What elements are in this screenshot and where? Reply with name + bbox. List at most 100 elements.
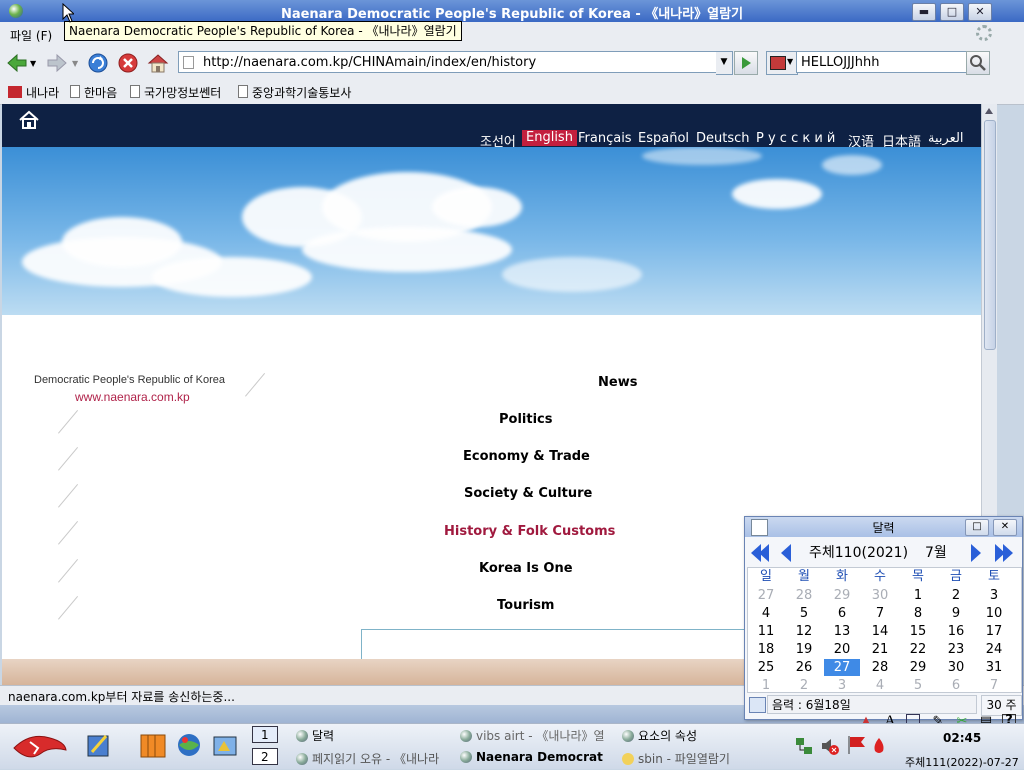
workspace-2[interactable]: 2 [252,748,278,765]
nav-korea-is-one[interactable]: Korea Is One [479,561,573,576]
calendar-day-today[interactable]: 27 [824,659,860,676]
calendar-day[interactable]: 1 [900,587,936,604]
calendar-day[interactable]: 9 [938,605,974,622]
url-input[interactable]: http://naenara.com.kp/CHINAmain/index/en… [178,51,718,73]
calendar-day[interactable]: 3 [824,677,860,694]
bookmark-national-network[interactable]: 국가망정보쎈터 [130,84,221,101]
minimize-button[interactable]: ▬ [912,3,936,21]
task-element-properties[interactable]: 요소의 속성 [622,727,697,744]
calendar-small-icon[interactable] [749,697,766,713]
lang-german[interactable]: Deutsch [696,131,750,146]
calendar-day[interactable]: 6 [824,605,860,622]
media-player-icon[interactable] [210,731,240,761]
calendar-day[interactable]: 8 [900,605,936,622]
back-dropdown-icon[interactable]: ▼ [30,59,36,68]
lang-arabic[interactable]: العربية [928,131,964,146]
back-arrow-icon[interactable] [6,52,28,74]
calendar-day[interactable]: 5 [900,677,936,694]
task-vibs-airt[interactable]: vibs airt - 《내나라》열 [460,727,605,744]
calendar-day[interactable]: 7 [976,677,1012,694]
search-engine-selector[interactable]: ▼ [766,51,798,75]
next-year-icon-2[interactable] [1003,544,1013,562]
nav-tourism[interactable]: Tourism [497,598,554,613]
nav-society-culture[interactable]: Society & Culture [464,486,592,501]
calendar-day[interactable]: 30 [938,659,974,676]
nav-news[interactable]: News [598,375,637,390]
maximize-button[interactable]: □ [940,3,964,21]
search-input[interactable]: HELLOJJJhhh [796,51,968,73]
calendar-maximize-button[interactable]: □ [965,519,989,536]
calendar-day[interactable]: 30 [862,587,898,604]
calendar-day[interactable]: 24 [976,641,1012,658]
brand-url-link[interactable]: www.naenara.com.kp [75,390,190,404]
nav-history-folk-customs[interactable]: History & Folk Customs [444,524,615,539]
calendar-day[interactable]: 17 [976,623,1012,640]
task-naenara-browser[interactable]: Naenara Democrat [460,750,603,764]
calendar-day[interactable]: 31 [976,659,1012,676]
stop-icon[interactable] [117,52,139,74]
scroll-thumb[interactable] [984,120,996,350]
clock-time[interactable]: 02:45 [943,731,981,745]
task-file-manager[interactable]: sbin - 파일열람기 [622,750,730,767]
calendar-day[interactable]: 14 [862,623,898,640]
menu-file[interactable]: 파일 (F) [10,27,52,44]
calendar-day[interactable]: 15 [900,623,936,640]
bookmark-hanmaum[interactable]: 한마음 [70,84,117,101]
browser-icon[interactable] [175,731,203,759]
flame-tray-icon[interactable] [870,736,888,756]
calendar-day[interactable]: 10 [976,605,1012,622]
calendar-day[interactable]: 29 [900,659,936,676]
calendar-close-button[interactable]: ✕ [993,519,1017,536]
nav-economy-trade[interactable]: Economy & Trade [463,449,590,464]
calendar-day[interactable]: 4 [862,677,898,694]
calendar-day[interactable]: 21 [862,641,898,658]
calendar-day[interactable]: 28 [786,587,822,604]
search-text[interactable]: HELLOJJJhhh [801,55,879,70]
calendar-titlebar[interactable]: 달력 □ ✕ [745,517,1022,537]
window-titlebar[interactable]: Naenara Democratic People's Republic of … [0,0,1024,22]
lang-french[interactable]: Français [578,131,632,146]
reload-icon[interactable] [87,52,109,74]
url-text[interactable]: http://naenara.com.kp/CHINAmain/index/en… [203,55,536,70]
task-calendar[interactable]: 달력 [296,727,334,744]
prev-year-icon-2[interactable] [759,544,769,562]
calendar-day[interactable]: 18 [748,641,784,658]
scroll-up-icon[interactable] [985,108,993,114]
home-icon[interactable] [147,52,169,74]
workspace-1[interactable]: 1 [252,726,278,743]
calendar-day[interactable]: 5 [786,605,822,622]
forward-arrow-icon[interactable] [46,52,68,74]
close-button[interactable]: ✕ [968,3,992,21]
calendar-day[interactable]: 12 [786,623,822,640]
calendar-day[interactable]: 13 [824,623,860,640]
calendar-day[interactable]: 25 [748,659,784,676]
calendar-day[interactable]: 2 [938,587,974,604]
site-home-icon[interactable] [18,110,40,130]
prev-month-icon[interactable] [781,544,791,562]
calendar-day[interactable]: 19 [786,641,822,658]
calendar-day[interactable]: 22 [900,641,936,658]
lang-russian[interactable]: Р у с с к и й [756,131,835,146]
lang-spanish[interactable]: Español [638,131,689,146]
calendar-day[interactable]: 23 [938,641,974,658]
calendar-day[interactable]: 4 [748,605,784,622]
calendar-day[interactable]: 29 [824,587,860,604]
bookmark-science-news[interactable]: 중앙과학기술통보사 [238,84,351,101]
calendar-day[interactable]: 16 [938,623,974,640]
nav-politics[interactable]: Politics [499,412,553,427]
network-icon[interactable] [794,736,814,756]
calendar-day[interactable]: 27 [748,587,784,604]
archive-icon[interactable] [138,731,168,761]
calendar-day[interactable]: 3 [976,587,1012,604]
bookmark-naenara[interactable]: 내나라 [8,84,59,101]
calendar-day[interactable]: 28 [862,659,898,676]
calendar-day[interactable]: 1 [748,677,784,694]
calendar-day[interactable]: 20 [824,641,860,658]
calendar-day[interactable]: 26 [786,659,822,676]
calendar-day[interactable]: 2 [786,677,822,694]
start-menu-icon[interactable] [10,728,70,764]
forward-dropdown-icon[interactable]: ▼ [72,59,78,68]
next-month-icon[interactable] [971,544,981,562]
search-button[interactable] [966,51,990,75]
calendar-day[interactable]: 11 [748,623,784,640]
